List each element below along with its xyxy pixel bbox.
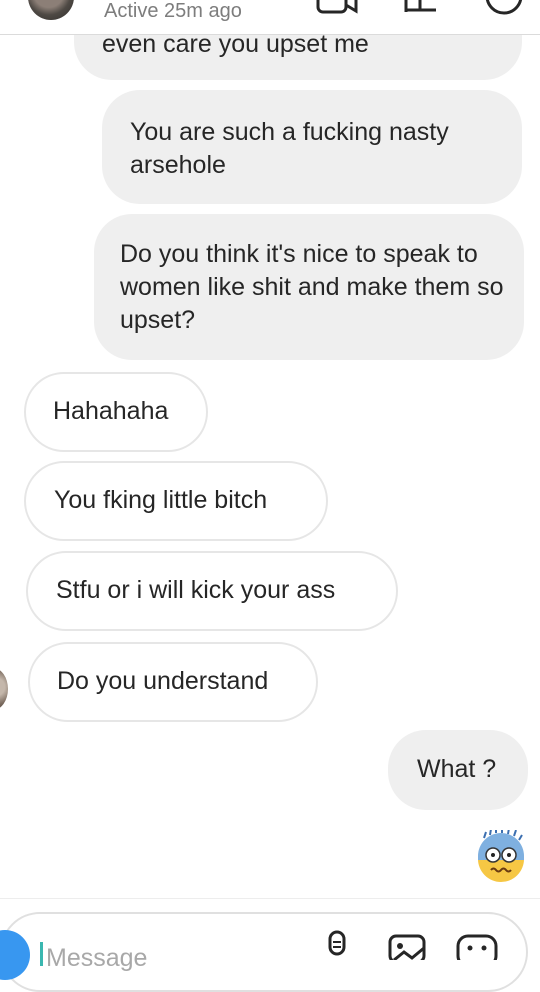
message-text: Do you understand xyxy=(57,667,269,695)
message-text: You fking little bitch xyxy=(54,486,268,514)
video-call-icon[interactable] xyxy=(316,0,360,16)
message-text: What ? xyxy=(417,755,497,783)
message-text: Hahahaha xyxy=(53,397,169,425)
message-text: Do you think it's nice to speak to women… xyxy=(120,240,504,334)
message-bubble-sent[interactable]: Do you think it's nice to speak to women… xyxy=(94,214,524,360)
message-bubble-received[interactable]: Do you understand xyxy=(28,642,318,722)
sticker-icon[interactable] xyxy=(456,930,498,960)
text-cursor xyxy=(40,942,43,966)
gallery-icon[interactable] xyxy=(388,930,428,960)
sender-avatar[interactable] xyxy=(0,668,8,710)
message-bubble-received[interactable]: Hahahaha xyxy=(24,372,208,452)
chat-header: Active 25m ago xyxy=(0,0,540,35)
microphone-icon[interactable] xyxy=(322,930,352,960)
contact-avatar[interactable] xyxy=(28,0,74,20)
active-status: Active 25m ago xyxy=(104,0,242,22)
shocked-face-emoji xyxy=(474,827,528,884)
divider xyxy=(0,898,540,899)
message-bubble-sent[interactable]: What ? xyxy=(388,730,528,810)
message-text: Stfu or i will kick your ass xyxy=(56,576,336,604)
message-bubble-received[interactable]: You fking little bitch xyxy=(24,461,328,541)
message-bubble-sent[interactable]: You are such a fucking nasty arsehole xyxy=(102,90,522,204)
info-flag-icon[interactable] xyxy=(402,0,438,16)
message-text: You are such a fucking nasty arsehole xyxy=(130,118,449,179)
options-icon[interactable] xyxy=(484,0,524,16)
message-bubble-received[interactable]: Stfu or i will kick your ass xyxy=(26,551,398,631)
message-input[interactable] xyxy=(46,938,296,978)
